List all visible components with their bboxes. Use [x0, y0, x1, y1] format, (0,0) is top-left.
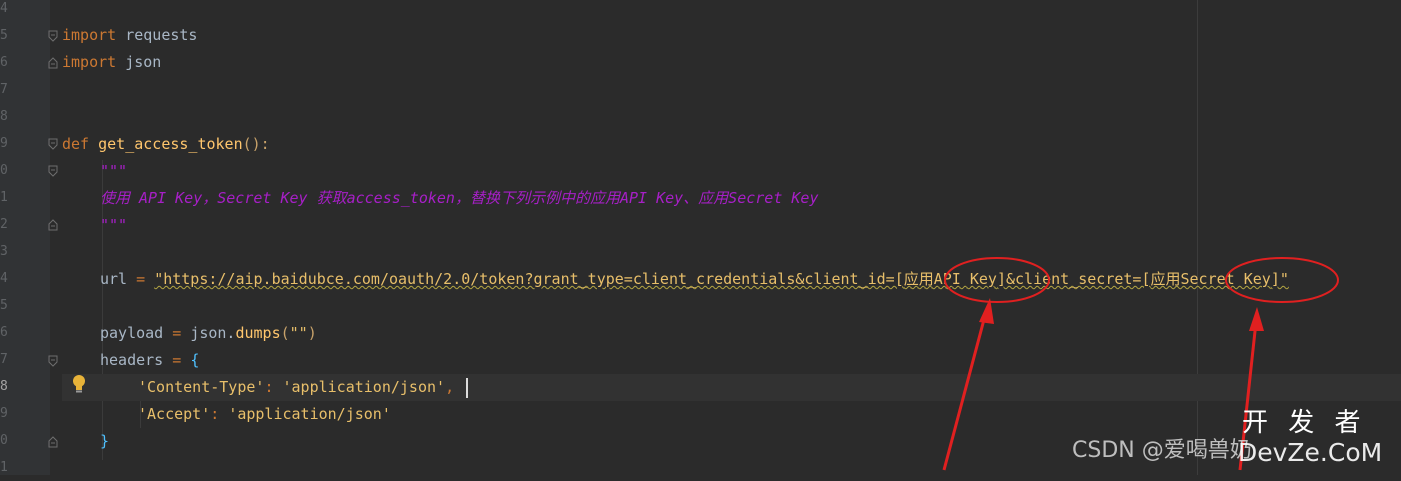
- code-line-5[interactable]: import requests: [62, 22, 1401, 49]
- line-number: 5: [0, 298, 8, 313]
- line-number: 0: [0, 433, 8, 448]
- code-line-17[interactable]: headers = {: [62, 347, 1401, 374]
- line-number: 6: [0, 55, 8, 70]
- code-line-10[interactable]: """: [62, 158, 1401, 185]
- code-line-14[interactable]: url = "https://aip.baidubce.com/oauth/2.…: [62, 266, 1401, 293]
- fold-end-icon[interactable]: [48, 219, 58, 231]
- line-number: 9: [0, 406, 8, 421]
- code-line-19[interactable]: 'Accept': 'application/json': [62, 401, 1401, 428]
- line-number: 2: [0, 217, 8, 232]
- line-number: 5: [0, 28, 8, 43]
- code-line-16[interactable]: payload = json.dumps(""): [62, 320, 1401, 347]
- line-number: 3: [0, 244, 8, 259]
- line-number: 1: [0, 190, 8, 205]
- site-watermark: DevZe.CoM: [1238, 438, 1383, 467]
- lightbulb-icon[interactable]: [72, 374, 86, 394]
- line-number: 7: [0, 82, 8, 97]
- line-number: 4: [0, 1, 8, 16]
- line-number: 4: [0, 271, 8, 286]
- line-number: 8: [0, 379, 8, 394]
- fold-icon[interactable]: [48, 138, 58, 150]
- line-number: 1: [0, 460, 8, 475]
- fold-end-icon[interactable]: [48, 436, 58, 448]
- line-number: 9: [0, 136, 8, 151]
- line-number: 7: [0, 352, 8, 367]
- fold-icon[interactable]: [48, 165, 58, 177]
- line-number: 6: [0, 325, 8, 340]
- code-line-18[interactable]: 'Content-Type': 'application/json',: [62, 374, 1401, 401]
- fold-icon[interactable]: [48, 30, 58, 42]
- line-number: 8: [0, 109, 8, 124]
- site-watermark-cn: 开 发 者: [1242, 408, 1367, 438]
- fold-icon[interactable]: [48, 355, 58, 367]
- text-caret: [466, 378, 468, 398]
- code-line-12[interactable]: """: [62, 212, 1401, 239]
- csdn-watermark: CSDN @爱喝兽奶: [1072, 438, 1252, 463]
- fold-end-icon[interactable]: [48, 57, 58, 69]
- code-editor[interactable]: import requests import json def get_acce…: [62, 0, 1401, 475]
- code-line-6[interactable]: import json: [62, 49, 1401, 76]
- code-line-9[interactable]: def get_access_token():: [62, 131, 1401, 158]
- line-number: 0: [0, 163, 8, 178]
- code-line-11[interactable]: 使用 API Key，Secret Key 获取access_token，替换下…: [62, 185, 1401, 212]
